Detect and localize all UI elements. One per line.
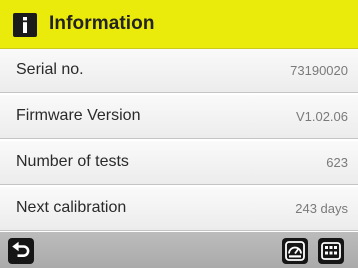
grid-menu-icon xyxy=(321,242,341,260)
gauge-icon xyxy=(285,241,305,261)
header-bar: Information xyxy=(0,0,358,49)
row-value: 73190020 xyxy=(290,63,348,78)
info-row-calibration: Next calibration 243 days xyxy=(0,187,358,231)
row-value: 243 days xyxy=(295,201,348,216)
row-label: Number of tests xyxy=(16,153,129,170)
info-row-serial: Serial no. 73190020 xyxy=(0,49,358,93)
row-value: 623 xyxy=(326,155,348,170)
menu-button[interactable] xyxy=(318,238,344,264)
footer-bar xyxy=(0,232,358,268)
page-title: Information xyxy=(49,13,155,34)
back-arrow-icon xyxy=(12,241,30,257)
row-label: Firmware Version xyxy=(16,107,141,124)
info-icon xyxy=(13,13,37,37)
information-screen: Information Serial no. 73190020 Firmware… xyxy=(0,0,358,268)
row-label: Next calibration xyxy=(16,199,127,216)
row-label: Serial no. xyxy=(16,61,84,78)
row-value: V1.02.06 xyxy=(295,109,348,124)
back-button[interactable] xyxy=(8,238,34,264)
info-row-tests: Number of tests 623 xyxy=(0,141,358,185)
info-list: Serial no. 73190020 Firmware Version V1.… xyxy=(0,49,358,233)
gauge-button[interactable] xyxy=(282,238,308,264)
info-row-firmware: Firmware Version V1.02.06 xyxy=(0,95,358,139)
